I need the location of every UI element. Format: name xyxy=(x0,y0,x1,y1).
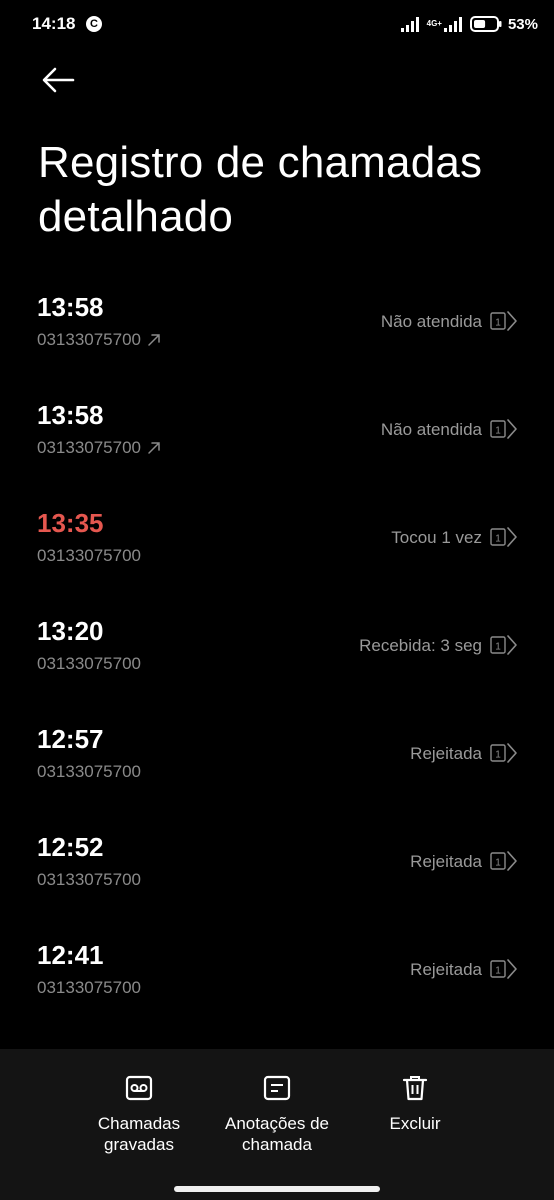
call-number-text: 03133075700 xyxy=(37,546,142,565)
page-title: Registro de chamadas detalhado xyxy=(38,138,483,241)
signal-sim2-icon xyxy=(443,16,464,32)
call-time: 13:58 xyxy=(37,400,104,430)
svg-text:1: 1 xyxy=(495,534,501,545)
sim-card-icon: 1 xyxy=(490,312,506,330)
chevron-right-icon xyxy=(507,635,517,655)
call-row[interactable]: 12:41 03133075700 Rejeitada 1 xyxy=(0,934,554,1042)
delete-button[interactable]: Excluir xyxy=(370,1073,460,1134)
recorded-calls-label-2: gravadas xyxy=(104,1135,174,1154)
call-number-text: 03133075700 xyxy=(37,438,142,457)
call-number: 03133075700 xyxy=(37,330,161,350)
call-time: 12:52 xyxy=(37,832,104,862)
call-status: Recebida: 3 seg xyxy=(359,636,482,655)
chevron-right-icon xyxy=(507,743,517,763)
call-row[interactable]: 13:58 03133075700 Não atendida 1 xyxy=(0,394,554,502)
status-icons: 4G+ 53% xyxy=(400,12,538,36)
call-number-text: 03133075700 xyxy=(37,654,142,673)
call-status: Rejeitada xyxy=(410,744,482,763)
network-type-label: 4G+ xyxy=(426,19,442,28)
call-number: 03133075700 xyxy=(37,438,161,458)
status-time: 14:18 xyxy=(32,14,76,33)
call-notes-label-2: chamada xyxy=(242,1135,312,1154)
chevron-right-icon xyxy=(507,851,517,871)
call-number: 03133075700 xyxy=(37,870,141,890)
call-row[interactable]: 13:35 03133075700 Tocou 1 vez 1 xyxy=(0,502,554,610)
chevron-right-icon xyxy=(507,527,517,547)
battery-percent: 53% xyxy=(507,15,538,33)
sim-card-icon: 1 xyxy=(490,852,506,870)
outgoing-call-icon xyxy=(148,334,160,346)
call-number: 03133075700 xyxy=(37,978,141,998)
svg-text:1: 1 xyxy=(495,858,501,869)
call-status: Não atendida xyxy=(380,312,482,331)
back-button[interactable] xyxy=(38,62,78,98)
home-indicator[interactable] xyxy=(174,1186,380,1192)
call-time: 13:35 xyxy=(37,508,104,538)
call-number: 03133075700 xyxy=(37,762,141,782)
sim-card-icon: 1 xyxy=(490,960,506,978)
sim-card-icon: 1 xyxy=(490,636,506,654)
call-time: 12:41 xyxy=(37,940,104,970)
call-row[interactable]: 12:57 03133075700 Rejeitada 1 xyxy=(0,718,554,826)
call-row[interactable]: 12:52 03133075700 Rejeitada 1 xyxy=(0,826,554,934)
recorded-calls-button[interactable]: Chamadas gravadas xyxy=(84,1073,194,1155)
call-time: 13:58 xyxy=(37,292,104,322)
call-number: 03133075700 xyxy=(37,546,141,566)
sim-card-icon: 1 xyxy=(490,420,506,438)
delete-label: Excluir xyxy=(389,1114,441,1133)
arrow-left-icon xyxy=(42,67,75,93)
voicemail-icon xyxy=(125,1075,153,1101)
notification-c-icon: C xyxy=(86,16,102,32)
call-list: 13:58 03133075700 Não atendida 1 13:58 0… xyxy=(0,286,554,1042)
call-status: Rejeitada xyxy=(410,852,482,871)
call-row[interactable]: 13:58 03133075700 Não atendida 1 xyxy=(0,286,554,394)
call-time: 13:20 xyxy=(37,616,104,646)
svg-text:1: 1 xyxy=(495,426,501,437)
call-time: 12:57 xyxy=(37,724,104,754)
recorded-calls-label-1: Chamadas xyxy=(97,1114,181,1133)
svg-text:1: 1 xyxy=(495,318,501,329)
signal-sim1-icon xyxy=(400,16,421,32)
call-status: Não atendida xyxy=(380,420,482,439)
svg-text:1: 1 xyxy=(495,966,501,977)
battery-icon xyxy=(469,16,502,32)
call-number-text: 03133075700 xyxy=(37,870,142,889)
call-status: Tocou 1 vez xyxy=(391,528,482,547)
chevron-right-icon xyxy=(507,419,517,439)
outgoing-call-icon xyxy=(148,442,160,454)
status-bar: 14:18 C 4G+ 53% xyxy=(0,0,554,48)
sim-card-icon: 1 xyxy=(490,744,506,762)
note-icon xyxy=(263,1075,291,1101)
trash-icon xyxy=(402,1076,428,1101)
call-status: Rejeitada xyxy=(410,960,482,979)
call-number: 03133075700 xyxy=(37,654,141,674)
svg-text:1: 1 xyxy=(495,750,501,761)
svg-text:1: 1 xyxy=(495,642,501,653)
call-number-text: 03133075700 xyxy=(37,978,142,997)
chevron-right-icon xyxy=(507,311,517,331)
call-notes-button[interactable]: Anotações de chamada xyxy=(212,1073,342,1155)
call-notes-label-1: Anotações de xyxy=(225,1114,329,1133)
call-number-text: 03133075700 xyxy=(37,330,142,349)
chevron-right-icon xyxy=(507,959,517,979)
sim-card-icon: 1 xyxy=(490,528,506,546)
bottom-action-bar: Chamadas gravadas Anotações de chamada E… xyxy=(0,1049,554,1200)
call-row[interactable]: 13:20 03133075700 Recebida: 3 seg 1 xyxy=(0,610,554,718)
call-number-text: 03133075700 xyxy=(37,762,142,781)
